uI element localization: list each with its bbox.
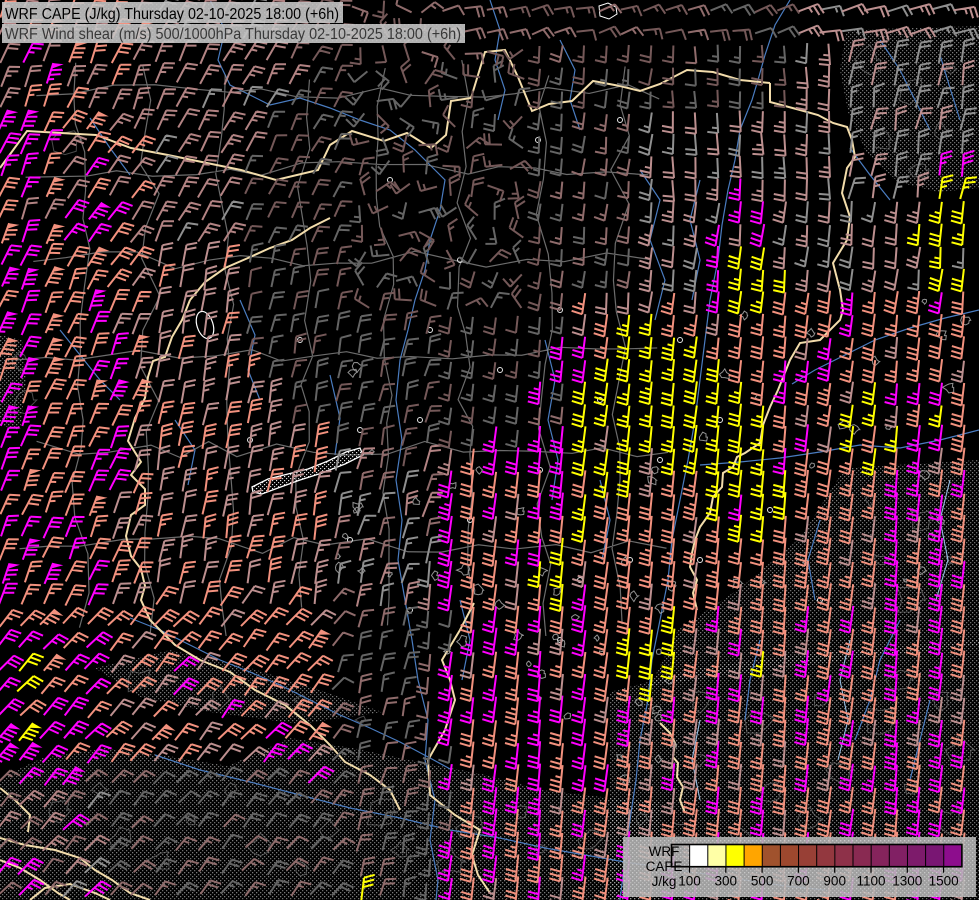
svg-text:CAPE: CAPE (646, 859, 683, 874)
svg-text:WRF: WRF (649, 844, 680, 859)
svg-text:100: 100 (678, 874, 701, 889)
svg-text:900: 900 (823, 874, 846, 889)
svg-text:WRF Wind shear (m/s) 500/1000h: WRF Wind shear (m/s) 500/1000hPa Thursda… (5, 26, 461, 43)
svg-text:700: 700 (787, 874, 810, 889)
svg-text:WRF CAPE (J/kg) Thursday 02-10: WRF CAPE (J/kg) Thursday 02-10-2025 18:0… (5, 6, 339, 23)
svg-text:500: 500 (751, 874, 774, 889)
svg-text:J/kg: J/kg (652, 874, 677, 889)
svg-text:1500: 1500 (929, 874, 959, 889)
svg-text:1100: 1100 (856, 874, 885, 889)
svg-text:1300: 1300 (892, 874, 922, 889)
svg-text:300: 300 (715, 874, 738, 889)
